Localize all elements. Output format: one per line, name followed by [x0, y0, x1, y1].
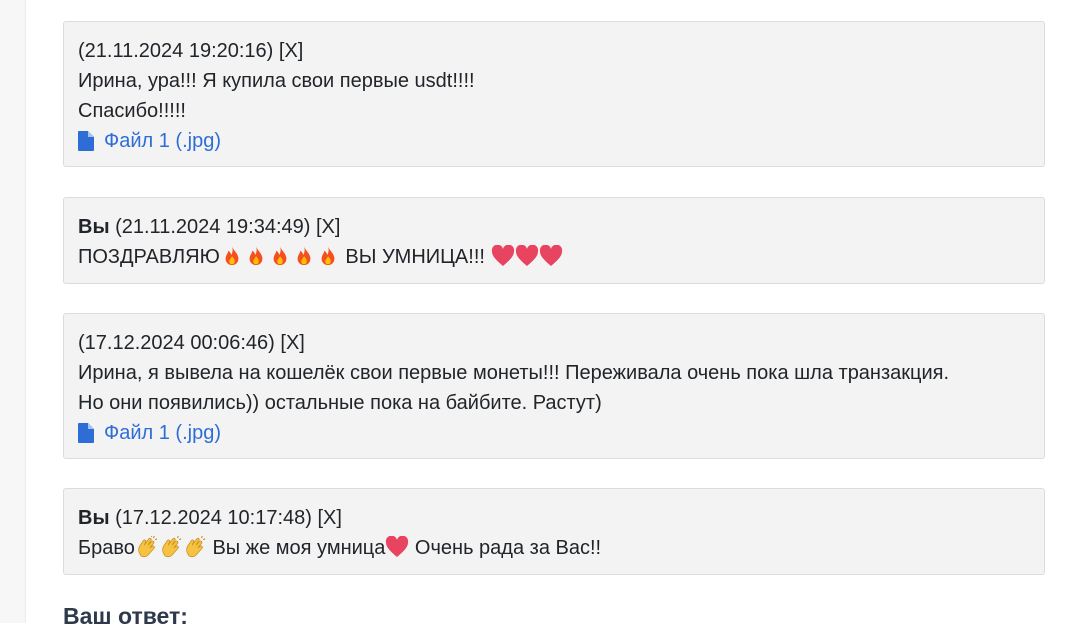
message-text: Очень рада за Вас!! — [409, 537, 602, 559]
clap-icon — [162, 536, 182, 558]
file-icon — [78, 131, 94, 151]
message-timestamp: (17.12.2024 00:06:46) — [78, 332, 275, 354]
emoji-group — [220, 245, 340, 268]
emoji-group — [135, 536, 207, 559]
heart-icon — [515, 245, 538, 266]
message-text-line: Спасибо!!!!! — [78, 100, 186, 122]
page-left-edge — [0, 0, 26, 623]
message-text-line: Ирина, ура!!! Я купила свои первые usdt!… — [78, 70, 475, 92]
reply-heading: Ваш ответ: — [63, 603, 188, 629]
delete-message-button[interactable]: [X] — [316, 216, 340, 238]
delete-message-button[interactable]: [X] — [280, 332, 304, 354]
message-header: (17.12.2024 00:06:46) [X] — [78, 328, 1030, 358]
message-text-line: Ирина, я вывела на кошелёк свои первые м… — [78, 362, 950, 384]
message-timestamp: (21.11.2024 19:34:49) — [115, 216, 311, 238]
clap-icon — [138, 536, 158, 558]
message-header: (21.11.2024 19:20:16) [X] — [78, 36, 1030, 66]
fire-icon — [297, 245, 311, 266]
message-header: Вы (17.12.2024 10:17:48) [X] — [78, 503, 1030, 533]
message-text: ПОЗДРАВЛЯЮ — [78, 246, 220, 268]
heart-icon — [539, 245, 562, 266]
message-text-line: Но они появились)) остальные пока на бай… — [78, 392, 602, 414]
message-card: (17.12.2024 00:06:46) [X] Ирина, я вывел… — [63, 313, 1045, 459]
attachment-link[interactable]: Файл 1 (.jpg) — [78, 418, 1030, 448]
file-icon — [78, 423, 94, 443]
heart-icon — [491, 245, 514, 266]
message-text: Браво — [78, 537, 135, 559]
message-text: Вы же моя умница — [206, 537, 386, 559]
message-timestamp: (17.12.2024 10:17:48) — [115, 507, 312, 529]
fire-icon — [225, 245, 239, 266]
message-text-line: Браво Вы же моя умница Очень рада за Вас… — [78, 533, 1030, 563]
fire-icon — [249, 245, 263, 266]
message-author: Вы — [78, 216, 110, 238]
delete-message-button[interactable]: [X] — [317, 507, 341, 529]
attachment-label: Файл 1 (.jpg) — [104, 422, 221, 444]
message-card: Вы (21.11.2024 19:34:49) [X] ПОЗДРАВЛЯЮ … — [63, 197, 1045, 284]
message-text-line: ПОЗДРАВЛЯЮ ВЫ УМНИЦА!!! — [78, 242, 1030, 272]
message-timestamp: (21.11.2024 19:20:16) — [78, 40, 274, 62]
fire-icon — [321, 245, 335, 266]
message-card: (21.11.2024 19:20:16) [X] Ирина, ура!!! … — [63, 21, 1045, 167]
message-author: Вы — [78, 507, 110, 529]
message-header: Вы (21.11.2024 19:34:49) [X] — [78, 212, 1030, 242]
emoji-group — [385, 536, 409, 559]
message-card: Вы (17.12.2024 10:17:48) [X] Браво Вы же… — [63, 488, 1045, 575]
emoji-group — [491, 245, 563, 268]
clap-icon — [186, 536, 206, 558]
attachment-label: Файл 1 (.jpg) — [104, 130, 221, 152]
fire-icon — [273, 245, 287, 266]
attachment-link[interactable]: Файл 1 (.jpg) — [78, 126, 1030, 156]
heart-icon — [386, 536, 409, 557]
delete-message-button[interactable]: [X] — [279, 40, 303, 62]
message-text: ВЫ УМНИЦА!!! — [339, 246, 491, 268]
